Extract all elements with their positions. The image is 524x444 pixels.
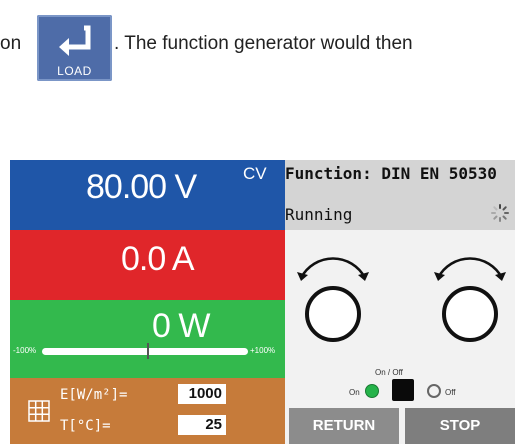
manual-text-before: on — [0, 33, 22, 54]
on-label: On — [349, 388, 360, 397]
device-screen: 80.00 V CV 0.0 A 0 W -100% +100% E[W/m²]… — [10, 160, 515, 444]
function-status: Running — [285, 205, 353, 224]
return-button[interactable]: RETURN — [289, 408, 399, 444]
onoff-button[interactable] — [392, 379, 414, 401]
power-panel: 0 W -100% +100% — [10, 300, 285, 378]
power-bar — [42, 348, 248, 355]
temperature-field[interactable]: 25 — [178, 415, 226, 435]
spinner-icon — [491, 204, 509, 222]
stop-button[interactable]: STOP — [405, 408, 515, 444]
function-header: Function: DIN EN 50530 Running — [285, 160, 515, 230]
manual-text-after: . The function generator would then — [114, 33, 413, 54]
load-button[interactable]: LOAD — [37, 15, 112, 81]
irradiance-label: E[W/m²]= — [60, 387, 128, 403]
regulation-mode-badge: CV — [243, 164, 267, 183]
current-value: 0.0 A — [121, 240, 195, 278]
voltage-panel: 80.00 V CV — [10, 160, 285, 230]
grid-icon[interactable] — [28, 400, 50, 422]
voltage-value: 80.00 V — [86, 168, 197, 206]
onoff-title: On / Off — [375, 368, 403, 377]
control-area: On / Off On Off RETURN STOP — [285, 230, 515, 444]
off-indicator — [427, 384, 441, 398]
temperature-label: T[°C]= — [60, 418, 111, 434]
current-panel: 0.0 A — [10, 230, 285, 300]
function-label: Function: DIN EN 50530 — [285, 164, 497, 183]
on-indicator — [365, 384, 379, 398]
irradiance-field[interactable]: 1000 — [178, 384, 226, 404]
off-label: Off — [445, 388, 456, 397]
return-arrow-icon — [59, 25, 91, 56]
load-button-label: LOAD — [57, 64, 92, 78]
rotary-knob-right[interactable] — [430, 248, 510, 348]
power-bar-max-label: +100% — [250, 346, 276, 355]
power-bar-min-label: -100% — [13, 346, 37, 355]
power-value: 0 W — [152, 307, 210, 345]
power-bar-marker — [147, 343, 149, 359]
manual-text-line: on LOAD . The function generator would t… — [0, 15, 524, 81]
rotary-knob-left[interactable] — [293, 248, 373, 348]
parameter-panel: E[W/m²]= 1000 T[°C]= 25 — [10, 378, 285, 444]
